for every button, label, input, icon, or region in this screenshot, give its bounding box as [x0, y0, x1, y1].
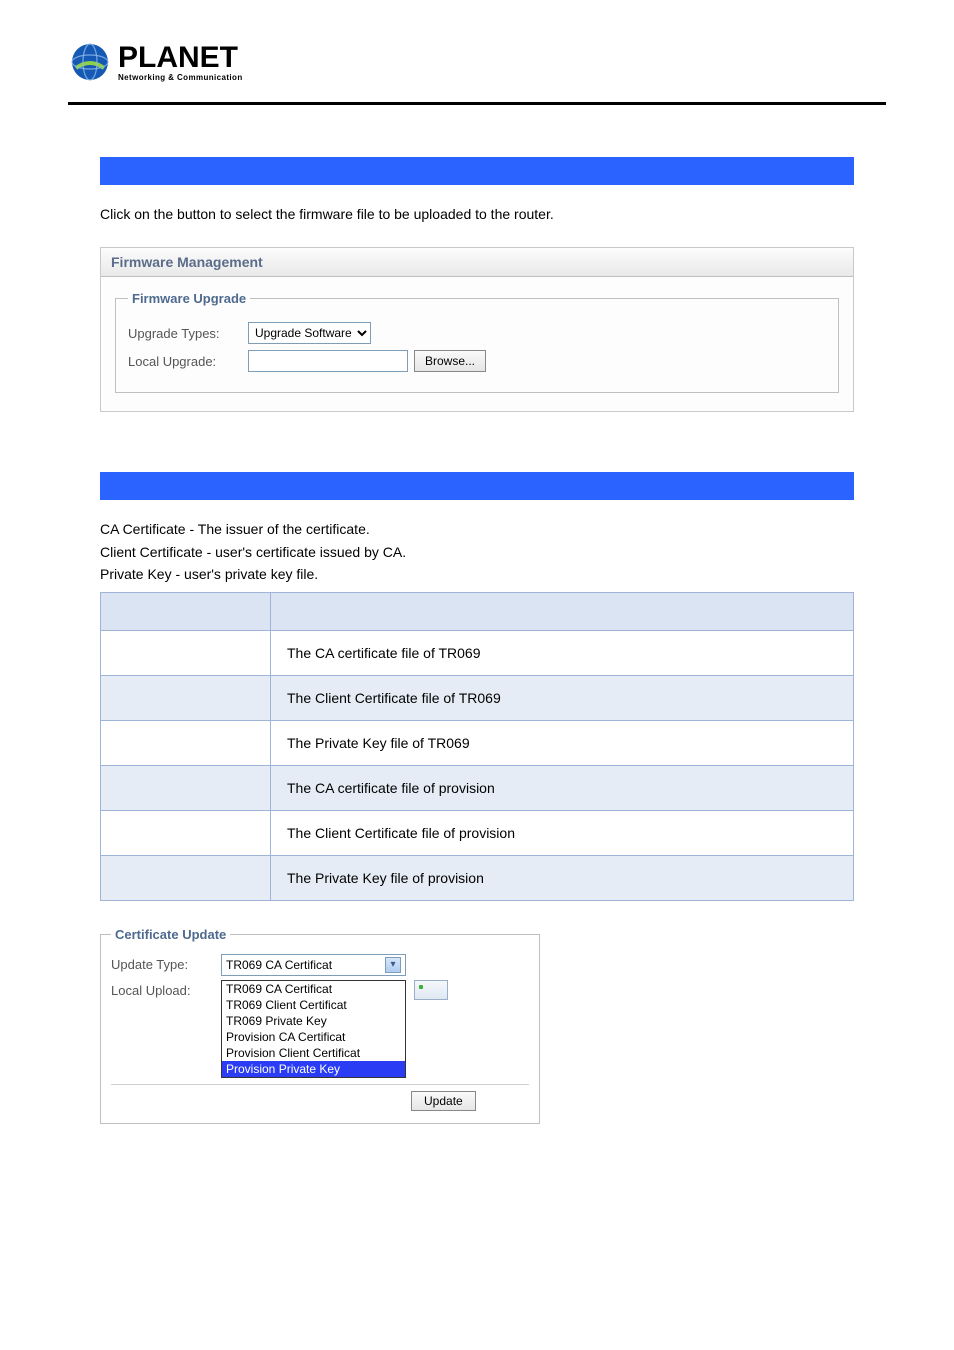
local-upgrade-input[interactable]: [248, 350, 408, 372]
chevron-down-icon: ▾: [385, 957, 401, 973]
update-button[interactable]: Update: [411, 1091, 476, 1111]
table-cell-desc: The Private Key file of TR069: [271, 720, 854, 765]
table-cell-desc: The CA certificate file of TR069: [271, 630, 854, 675]
divider: [111, 1084, 529, 1085]
update-type-value: TR069 CA Certificat: [226, 958, 332, 972]
dropdown-option[interactable]: Provision Private Key: [222, 1061, 405, 1077]
section-bar-cert: [100, 472, 854, 500]
update-type-select[interactable]: TR069 CA Certificat ▾: [221, 954, 406, 976]
table-cell-name: [101, 720, 271, 765]
table-cell-desc: The Private Key file of provision: [271, 855, 854, 900]
page-header: PLANET Networking & Communication: [0, 0, 954, 102]
globe-icon: [68, 40, 112, 84]
upgrade-types-select[interactable]: Upgrade Software: [248, 322, 371, 344]
cert-line1: CA Certificate - The issuer of the certi…: [100, 518, 854, 540]
logo-tagline: Networking & Communication: [118, 74, 243, 82]
table-row: The Client Certificate file of TR069: [101, 675, 854, 720]
browse-button[interactable]: Browse...: [414, 350, 486, 372]
table-header-name: [101, 592, 271, 630]
table-row: The Private Key file of provision: [101, 855, 854, 900]
upgrade-types-label: Upgrade Types:: [128, 326, 248, 341]
firmware-intro: Click on the button to select the firmwa…: [100, 203, 854, 225]
table-cell-desc: The Client Certificate file of TR069: [271, 675, 854, 720]
dropdown-option[interactable]: Provision CA Certificat: [222, 1029, 405, 1045]
logo-brand: PLANET: [118, 43, 243, 73]
dropdown-option[interactable]: TR069 Client Certificat: [222, 997, 405, 1013]
table-cell-name: [101, 810, 271, 855]
cert-update-fieldset: Certificate Update Update Type: TR069 CA…: [100, 927, 540, 1124]
dropdown-option[interactable]: TR069 CA Certificat: [222, 981, 405, 997]
cert-line3: Private Key - user's private key file.: [100, 563, 854, 585]
firmware-panel-title: Firmware Management: [101, 248, 853, 277]
update-type-dropdown[interactable]: TR069 CA CertificatTR069 Client Certific…: [221, 980, 406, 1078]
table-row: The CA certificate file of provision: [101, 765, 854, 810]
table-header-desc: [271, 592, 854, 630]
dropdown-option[interactable]: TR069 Private Key: [222, 1013, 405, 1029]
table-header-row: [101, 592, 854, 630]
table-row: The Client Certificate file of provision: [101, 810, 854, 855]
firmware-upgrade-legend: Firmware Upgrade: [128, 291, 250, 306]
cert-table: The CA certificate file of TR069 The Cli…: [100, 592, 854, 901]
firmware-upgrade-fieldset: Firmware Upgrade Upgrade Types: Upgrade …: [115, 291, 839, 393]
update-type-label: Update Type:: [111, 954, 221, 972]
table-cell-name: [101, 855, 271, 900]
table-row: The Private Key file of TR069: [101, 720, 854, 765]
table-row: The CA certificate file of TR069: [101, 630, 854, 675]
cert-line2: Client Certificate - user's certificate …: [100, 541, 854, 563]
table-cell-name: [101, 765, 271, 810]
table-cell-name: [101, 675, 271, 720]
logo: PLANET Networking & Communication: [68, 40, 954, 84]
table-cell-desc: The Client Certificate file of provision: [271, 810, 854, 855]
section-bar-firmware: [100, 157, 854, 185]
local-upload-browse-button[interactable]: [414, 980, 448, 1000]
table-cell-name: [101, 630, 271, 675]
local-upgrade-label: Local Upgrade:: [128, 354, 248, 369]
dropdown-option[interactable]: Provision Client Certificat: [222, 1045, 405, 1061]
table-cell-desc: The CA certificate file of provision: [271, 765, 854, 810]
cert-update-legend: Certificate Update: [111, 927, 230, 942]
firmware-panel: Firmware Management Firmware Upgrade Upg…: [100, 247, 854, 412]
local-upload-label: Local Upload:: [111, 980, 221, 998]
